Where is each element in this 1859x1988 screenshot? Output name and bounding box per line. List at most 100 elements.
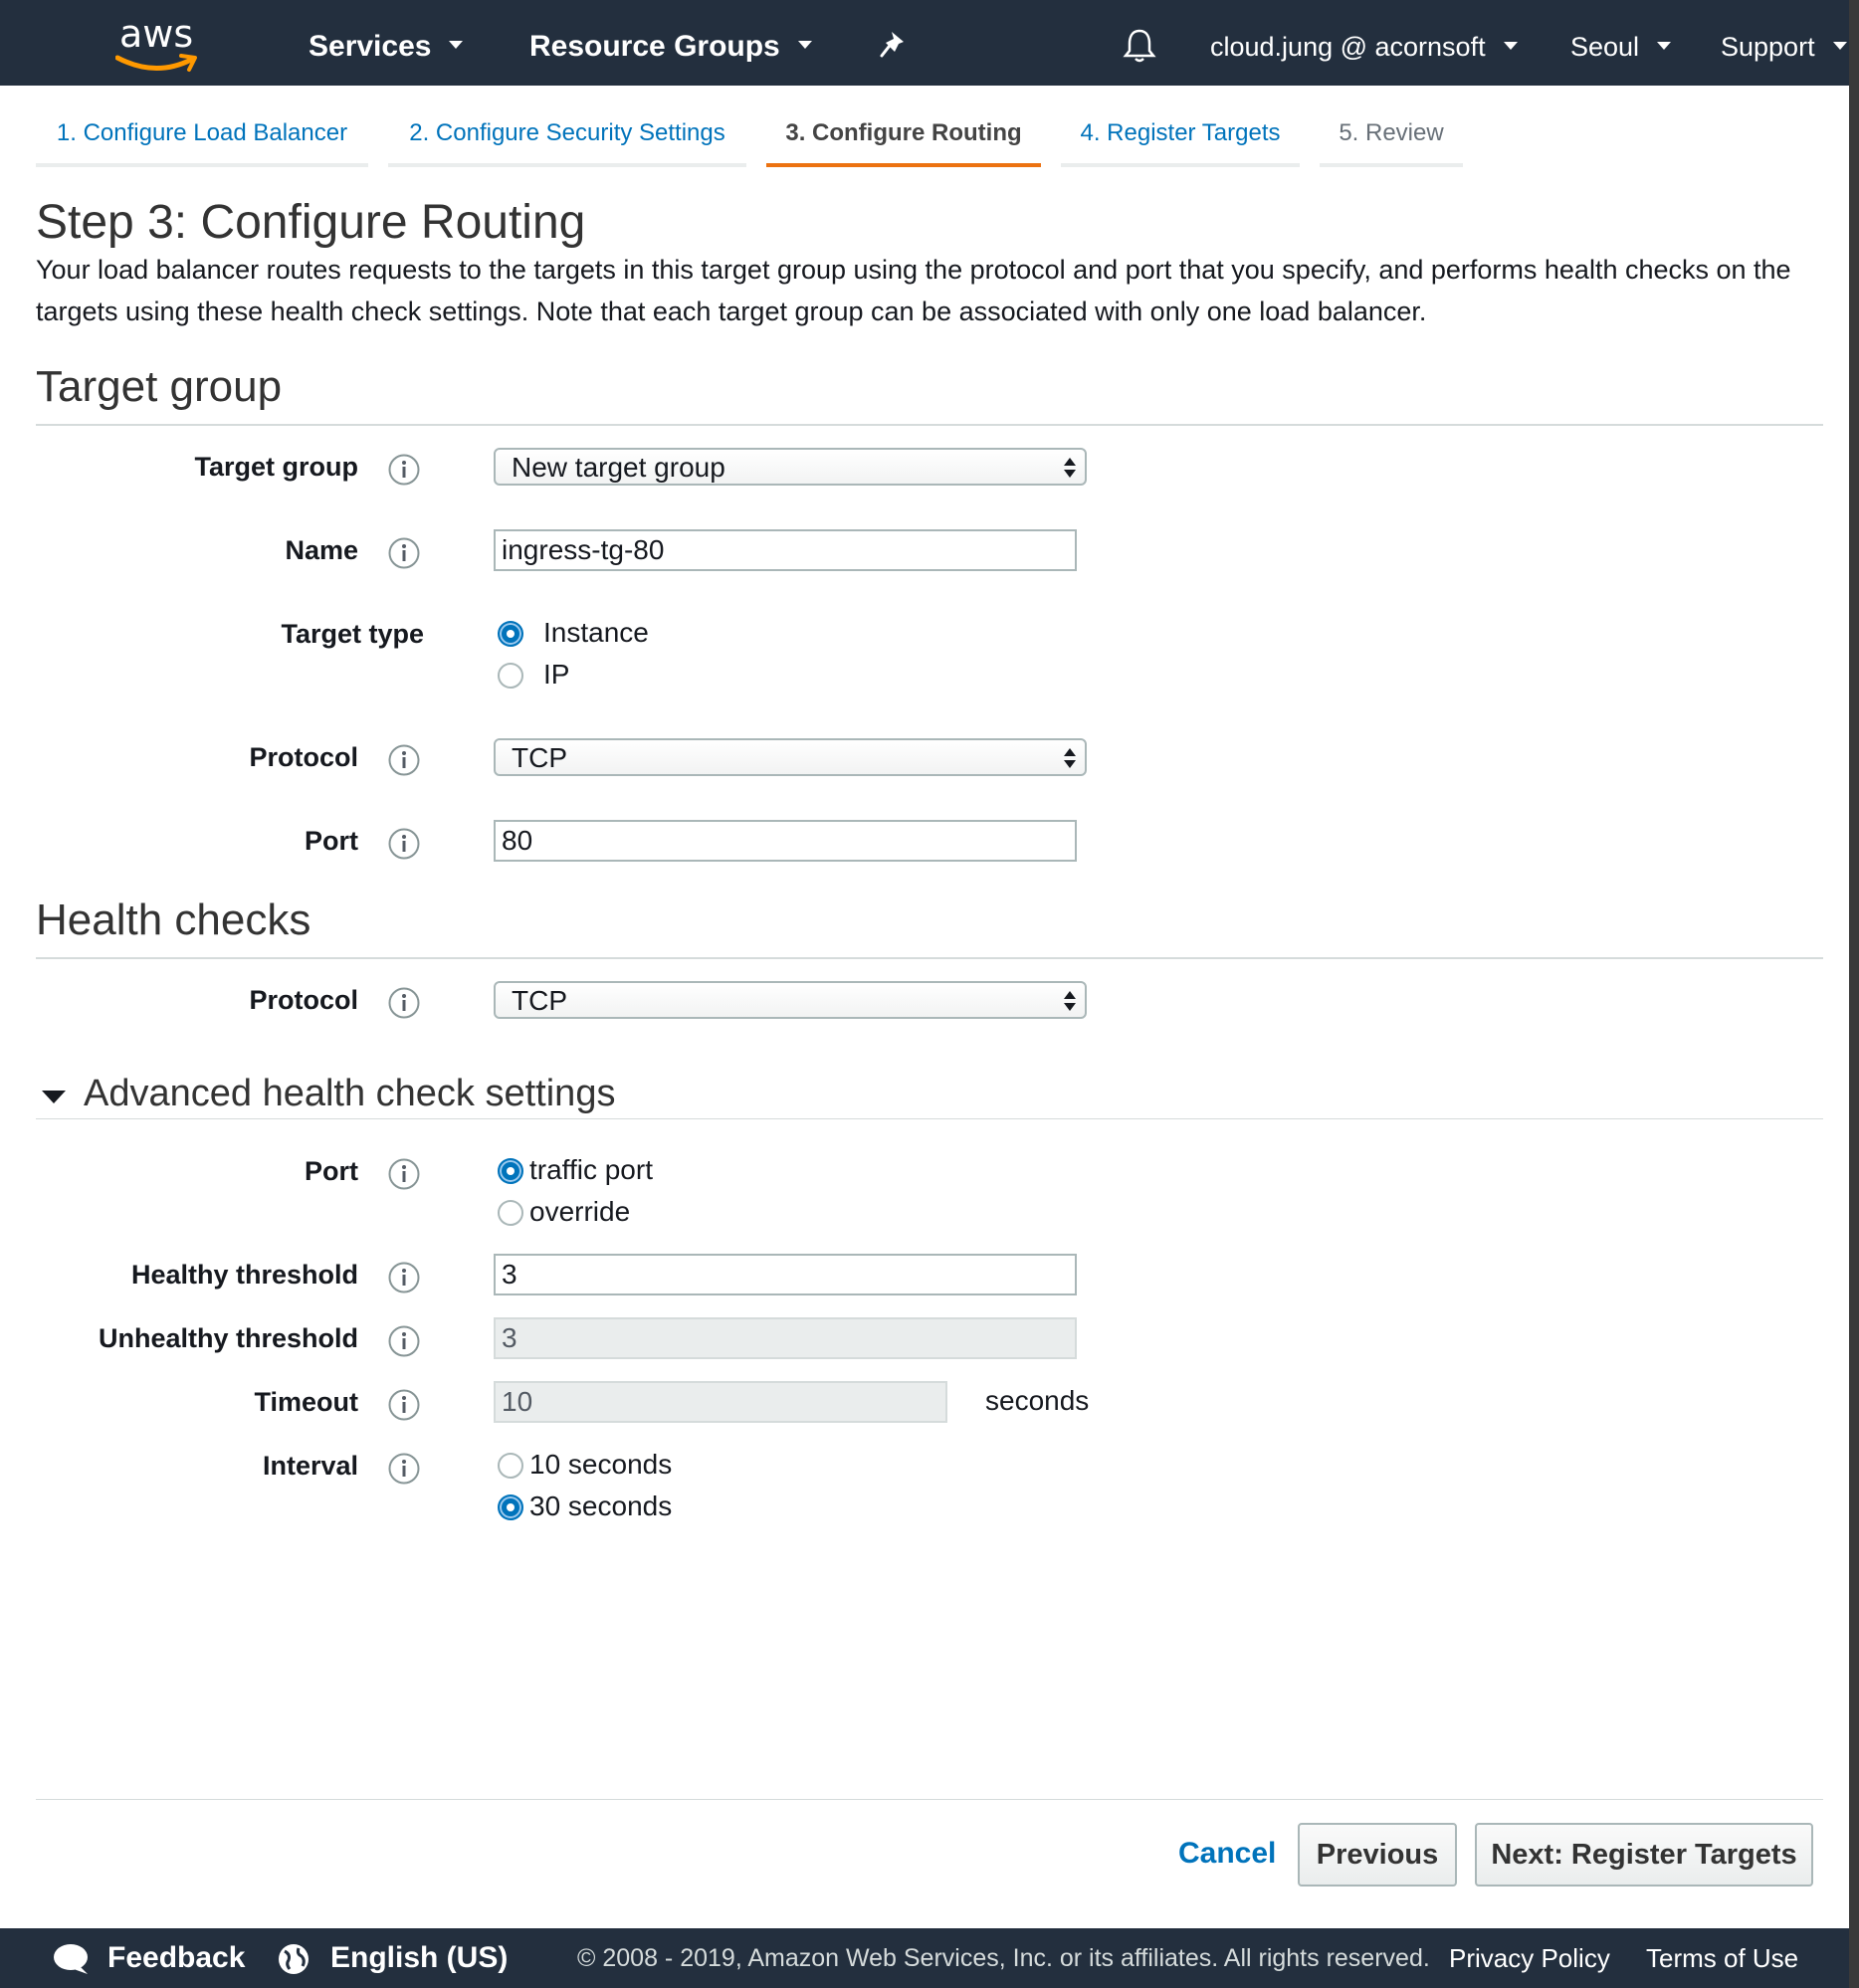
health-protocol-label: Protocol — [249, 985, 358, 1015]
port-override-label: override — [529, 1196, 631, 1227]
top-navigation-bar: aws Services Resource Groups cloud.jung … — [0, 0, 1849, 86]
interval-10-label: 10 seconds — [529, 1449, 673, 1480]
target-group-heading: Target group — [36, 362, 283, 411]
section-divider — [36, 957, 1823, 959]
unhealthy-threshold-label: Unhealthy threshold — [98, 1323, 358, 1353]
health-checks-heading: Health checks — [36, 895, 311, 944]
healthy-threshold-input[interactable]: 3 — [494, 1254, 1077, 1295]
account-menu[interactable]: cloud.jung @ acornsoft — [1210, 0, 1518, 86]
aws-smile-icon — [115, 54, 197, 72]
region-menu[interactable]: Seoul — [1570, 0, 1672, 86]
select-arrows-icon — [1064, 748, 1076, 768]
healthy-threshold-label: Healthy threshold — [130, 1260, 358, 1290]
protocol-label: Protocol — [249, 742, 358, 772]
info-icon[interactable] — [388, 1158, 420, 1190]
unhealthy-threshold-input: 3 — [494, 1317, 1077, 1359]
port-traffic-radio[interactable] — [498, 1158, 523, 1184]
privacy-policy-link[interactable]: Privacy Policy — [1449, 1928, 1610, 1988]
chevron-down-icon — [449, 41, 464, 50]
chat-bubble-icon — [54, 1944, 88, 1974]
target-type-ip-radio[interactable] — [498, 663, 523, 689]
feedback-link[interactable]: Feedback — [107, 1928, 245, 1988]
health-protocol-select[interactable]: TCP — [494, 981, 1087, 1019]
info-icon[interactable] — [388, 1325, 420, 1357]
window-edge — [1849, 0, 1859, 1988]
info-icon[interactable] — [388, 828, 420, 860]
support-menu[interactable]: Support — [1721, 0, 1847, 86]
select-arrows-icon — [1064, 991, 1076, 1011]
tab-configure-routing[interactable]: 3. Configure Routing — [766, 103, 1041, 167]
protocol-select-value: TCP — [512, 742, 567, 773]
info-icon[interactable] — [388, 1262, 420, 1293]
interval-30-label: 30 seconds — [529, 1491, 673, 1521]
tab-label: 4. Register Targets — [1080, 119, 1281, 146]
target-type-ip-label: IP — [543, 659, 570, 690]
target-type-instance-label: Instance — [543, 617, 649, 648]
aws-logo[interactable]: aws — [115, 12, 205, 74]
name-label: Name — [285, 535, 358, 565]
next-register-targets-button[interactable]: Next: Register Targets — [1475, 1823, 1813, 1887]
previous-button[interactable]: Previous — [1298, 1823, 1457, 1887]
info-icon[interactable] — [388, 454, 420, 486]
collapse-triangle-icon[interactable] — [42, 1091, 66, 1103]
chevron-down-icon — [1503, 41, 1518, 50]
target-type-instance-radio[interactable] — [498, 621, 523, 647]
bell-icon[interactable] — [1123, 28, 1156, 64]
info-icon[interactable] — [388, 1453, 420, 1485]
protocol-select[interactable]: TCP — [494, 738, 1087, 776]
region-label: Seoul — [1570, 32, 1640, 62]
target-type-label: Target type — [281, 619, 424, 649]
tab-register-targets[interactable]: 4. Register Targets — [1061, 103, 1300, 167]
page-description: Your load balancer routes requests to th… — [36, 255, 1791, 326]
globe-icon — [279, 1944, 309, 1974]
tab-review: 5. Review — [1320, 103, 1463, 167]
cancel-button[interactable]: Cancel — [1178, 1837, 1276, 1871]
port-traffic-label: traffic port — [529, 1154, 653, 1185]
interval-label: Interval — [262, 1451, 358, 1481]
terms-of-use-link[interactable]: Terms of Use — [1646, 1928, 1798, 1988]
timeout-input: 10 — [494, 1381, 947, 1423]
name-input[interactable]: ingress-tg-80 — [494, 529, 1077, 571]
actions-divider — [36, 1799, 1823, 1800]
tab-configure-load-balancer[interactable]: 1. Configure Load Balancer — [36, 103, 368, 167]
info-icon[interactable] — [388, 744, 420, 776]
info-icon[interactable] — [388, 987, 420, 1019]
tab-label: 2. Configure Security Settings — [409, 119, 725, 146]
chevron-down-icon — [1832, 41, 1847, 50]
interval-30-radio[interactable] — [498, 1494, 523, 1520]
timeout-label: Timeout — [254, 1387, 358, 1417]
info-icon[interactable] — [388, 537, 420, 569]
target-group-label: Target group — [194, 452, 359, 482]
resource-groups-label: Resource Groups — [529, 30, 780, 63]
services-menu[interactable]: Services — [309, 0, 464, 86]
tab-label: 5. Review — [1339, 119, 1444, 146]
section-divider — [36, 1118, 1823, 1119]
port-label: Port — [305, 826, 358, 856]
copyright-text: © 2008 - 2019, Amazon Web Services, Inc.… — [577, 1944, 1430, 1972]
footer: Feedback English (US) © 2008 - 2019, Ama… — [0, 1928, 1849, 1988]
services-label: Services — [309, 30, 432, 63]
advanced-settings-toggle[interactable]: Advanced health check settings — [84, 1073, 615, 1115]
support-label: Support — [1721, 32, 1815, 62]
port-input[interactable]: 80 — [494, 820, 1077, 862]
pin-icon[interactable] — [880, 30, 910, 60]
timeout-unit: seconds — [985, 1385, 1090, 1416]
section-divider — [36, 424, 1823, 426]
port-override-radio[interactable] — [498, 1200, 523, 1226]
page-title: Step 3: Configure Routing — [36, 196, 586, 249]
interval-10-radio[interactable] — [498, 1453, 523, 1479]
tab-label: 1. Configure Load Balancer — [56, 119, 348, 146]
resource-groups-menu[interactable]: Resource Groups — [529, 0, 812, 86]
chevron-down-icon — [797, 41, 812, 50]
target-group-select-value: New target group — [512, 452, 725, 483]
health-protocol-select-value: TCP — [512, 985, 567, 1016]
advanced-port-label: Port — [305, 1156, 358, 1186]
aws-logo-text: aws — [119, 12, 194, 56]
select-arrows-icon — [1064, 458, 1076, 478]
info-icon[interactable] — [388, 1389, 420, 1421]
tab-configure-security-settings[interactable]: 2. Configure Security Settings — [388, 103, 746, 167]
language-selector[interactable]: English (US) — [330, 1928, 508, 1988]
chevron-down-icon — [1657, 41, 1672, 50]
account-label: cloud.jung @ acornsoft — [1210, 32, 1486, 62]
target-group-select[interactable]: New target group — [494, 448, 1087, 486]
